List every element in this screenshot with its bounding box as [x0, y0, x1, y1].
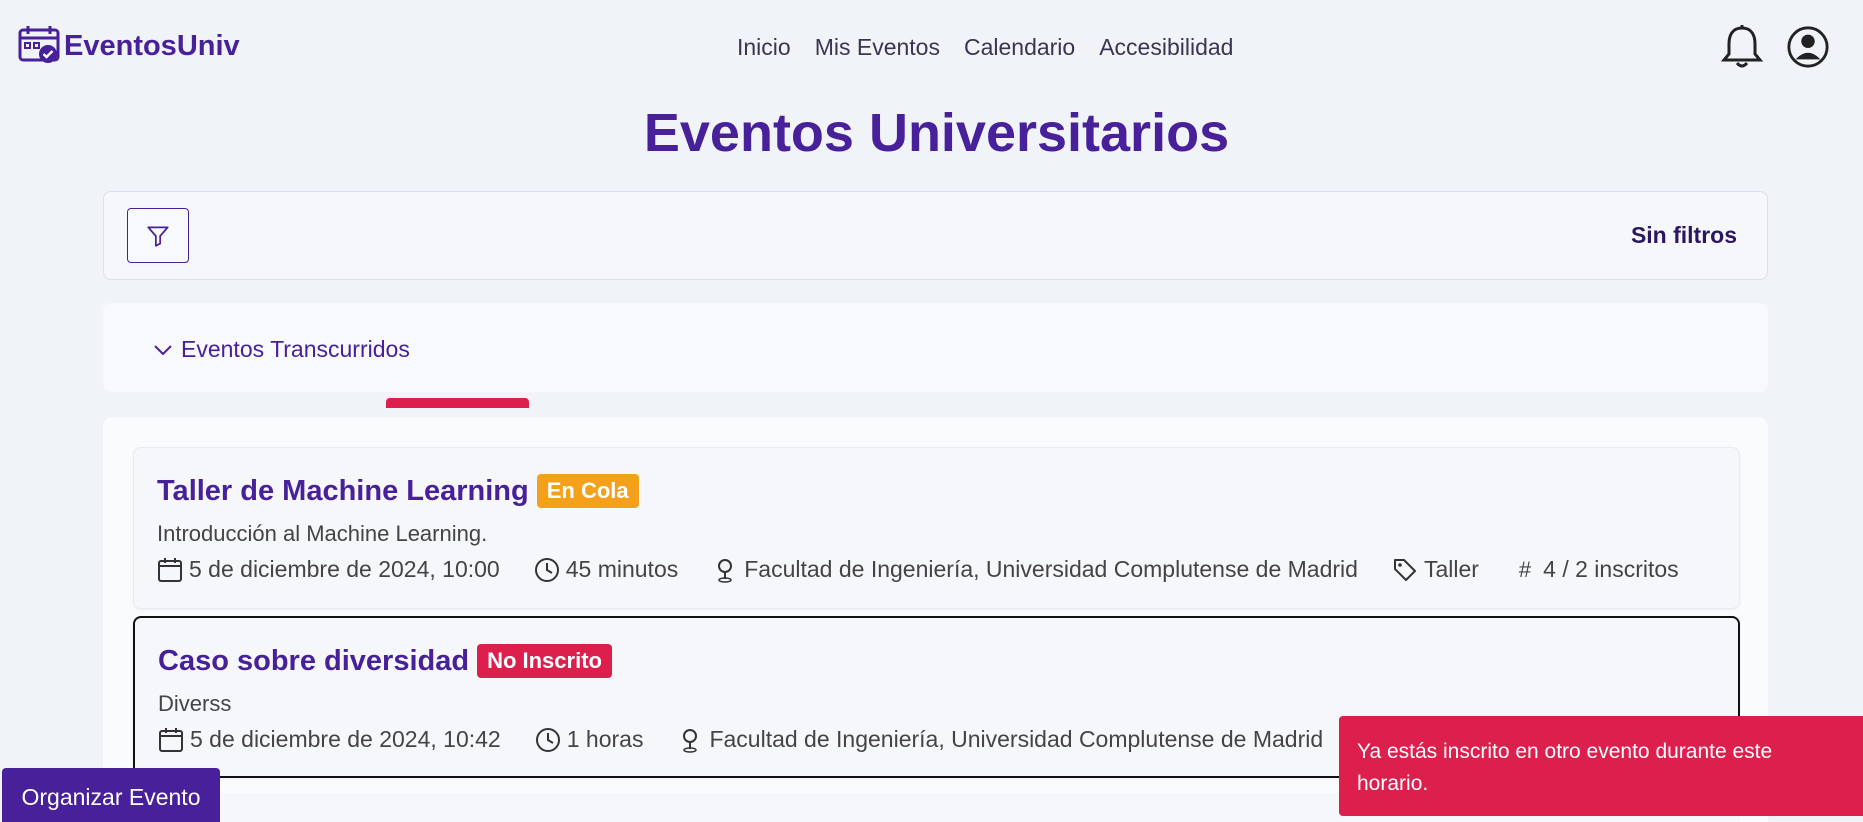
page-title: Eventos Universitarios — [643, 103, 1230, 163]
nav-link-calendario[interactable]: Calendario — [964, 34, 1075, 61]
event-location: Facultad de Ingeniería, Universidad Comp… — [709, 726, 1324, 752]
navbar: EventosUniv Inicio Mis Eventos Calendari… — [0, 0, 1863, 96]
filter-status: Sin filtros — [1630, 222, 1737, 248]
map-pin-icon — [718, 558, 733, 583]
brand-logo[interactable]: EventosUniv — [18, 24, 240, 68]
user-circle-icon[interactable] — [1786, 24, 1830, 70]
filter-icon — [147, 225, 169, 247]
event-date: 5 de diciembre de 2024, 10:42 — [190, 726, 501, 752]
event-duration: 1 horas — [566, 726, 644, 752]
clock-icon — [535, 727, 560, 752]
brand-name[interactable]: EventosUniv — [64, 30, 240, 63]
event-capacity: 4 / 2 inscritos — [1543, 556, 1679, 582]
bell-icon[interactable] — [1720, 24, 1764, 70]
status-badge-partial — [386, 398, 529, 408]
organize-event-button[interactable]: Organizar Evento — [2, 768, 220, 822]
event-meta: 5 de diciembre de 2024, 10:42 1 horas Fa… — [158, 726, 1357, 753]
main-nav: Inicio Mis Eventos Calendario Accesibili… — [737, 34, 1233, 61]
map-pin-icon — [683, 728, 698, 753]
nav-link-mis-eventos[interactable]: Mis Eventos — [815, 34, 940, 61]
filter-button[interactable] — [127, 208, 189, 263]
past-events-label: Eventos Transcurridos — [181, 336, 410, 362]
calendar-icon — [159, 727, 183, 752]
hash-icon: # — [1518, 556, 1532, 582]
nav-link-inicio[interactable]: Inicio — [737, 34, 791, 61]
nav-link-accesibilidad[interactable]: Accesibilidad — [1099, 34, 1233, 61]
filter-bar: Sin filtros — [103, 191, 1768, 280]
clock-icon — [534, 557, 559, 582]
event-description: Diverss — [158, 691, 232, 716]
event-duration: 45 minutos — [565, 556, 679, 582]
event-location: Facultad de Ingeniería, Universidad Comp… — [744, 556, 1358, 582]
event-description: Introducción al Machine Learning. — [157, 521, 488, 546]
tag-icon — [1393, 558, 1416, 581]
status-badge: No Inscrito — [477, 644, 612, 678]
past-events-toggle[interactable]: Eventos Transcurridos — [153, 336, 410, 363]
event-title[interactable]: Caso sobre diversidad — [158, 645, 469, 678]
calendar-icon — [158, 557, 182, 582]
event-meta: 5 de diciembre de 2024, 10:00 45 minutos… — [157, 556, 1679, 583]
event-date: 5 de diciembre de 2024, 10:00 — [189, 556, 500, 582]
calendar-check-icon — [18, 26, 60, 63]
event-category: Taller — [1423, 556, 1479, 582]
error-toast[interactable]: Ya estás inscrito en otro evento durante… — [1339, 716, 1863, 816]
event-title[interactable]: Taller de Machine Learning — [157, 475, 529, 508]
past-events-section: Eventos Transcurridos — [103, 303, 1768, 392]
chevron-down-icon — [154, 344, 172, 355]
event-card[interactable]: Taller de Machine Learning En Cola Intro… — [133, 447, 1740, 609]
status-badge: En Cola — [536, 474, 639, 508]
